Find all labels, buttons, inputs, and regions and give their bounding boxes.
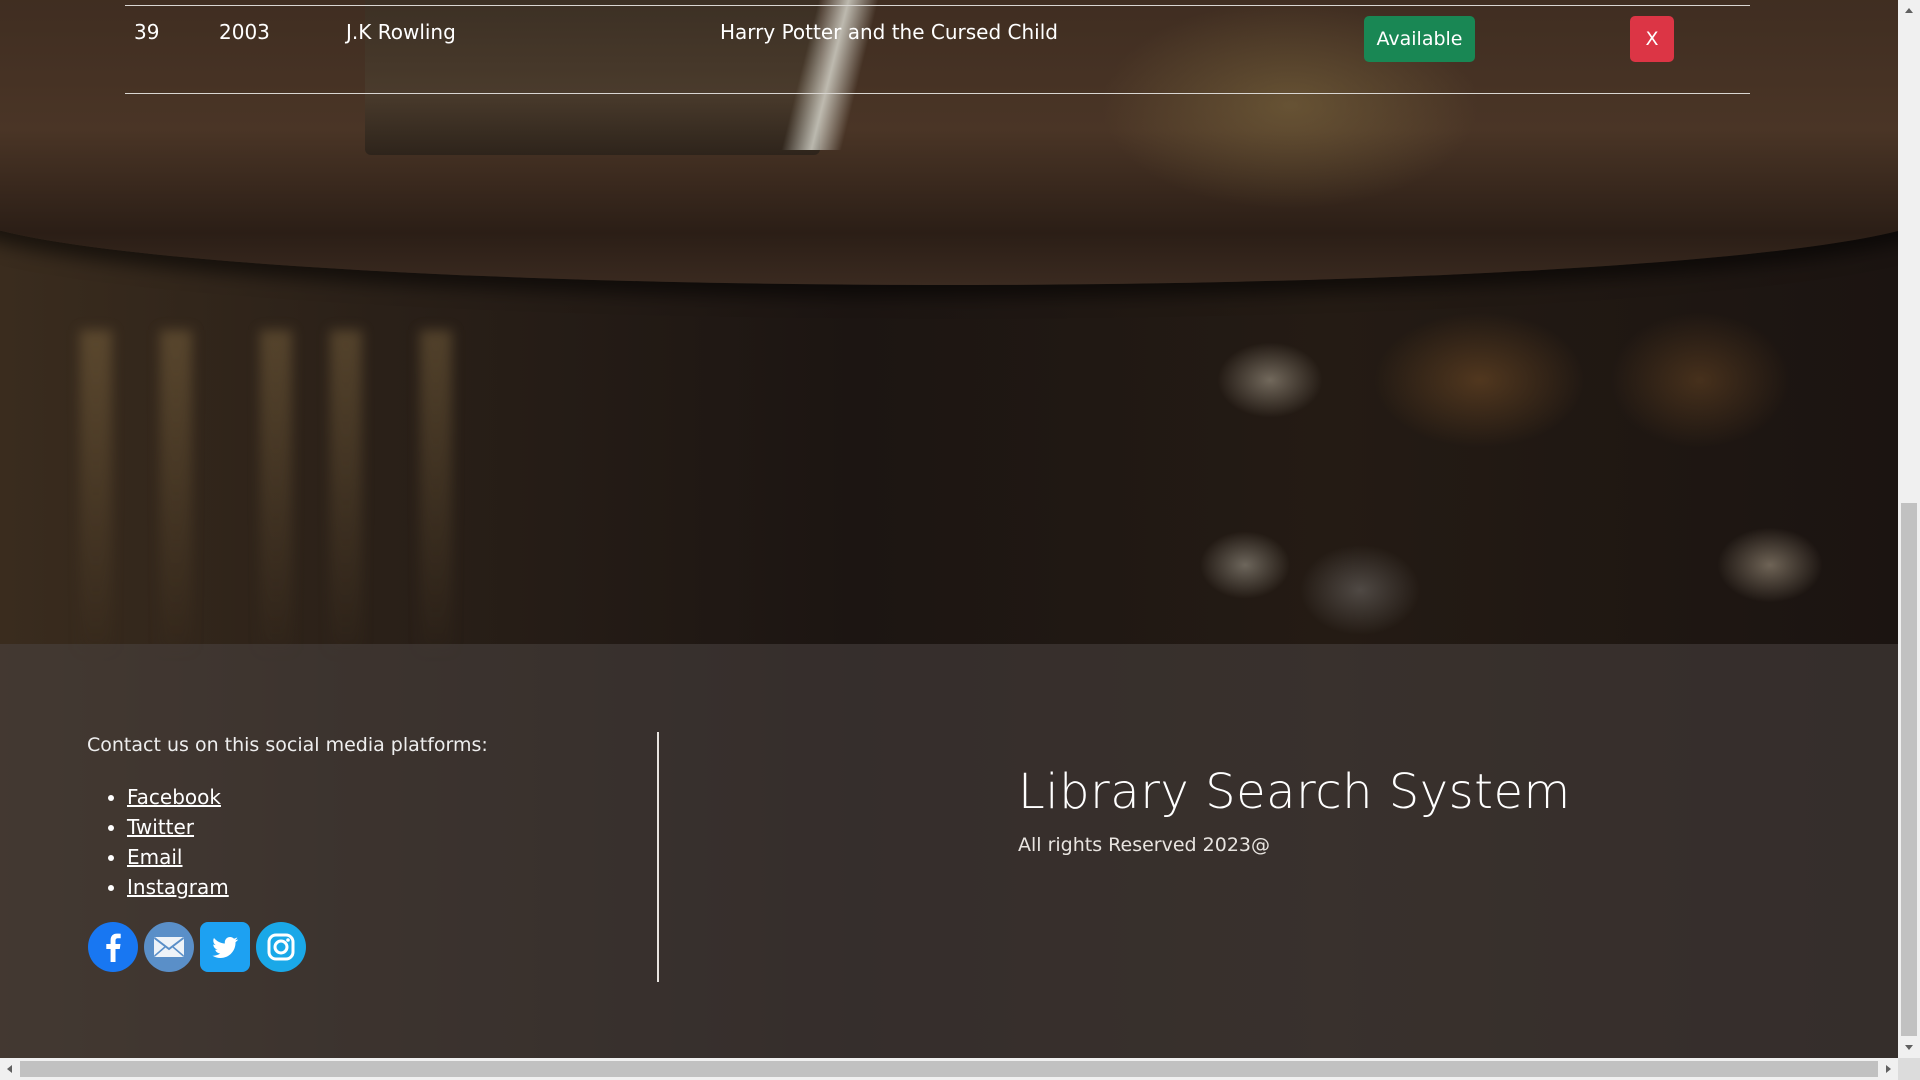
- scroll-down-arrow-icon[interactable]: [1898, 1036, 1920, 1058]
- scroll-left-arrow-icon[interactable]: [0, 1058, 20, 1080]
- row-bottom-border: [125, 93, 1750, 94]
- shelf-book: [80, 330, 112, 650]
- instagram-icon[interactable]: [256, 922, 306, 972]
- shelf-book: [160, 330, 192, 650]
- copyright-text: All rights Reserved 2023@: [1018, 834, 1271, 856]
- social-links-list: Facebook Twitter Email Instagram: [105, 782, 229, 902]
- scroll-up-arrow-icon[interactable]: [1898, 0, 1920, 22]
- book-title-cell: Harry Potter and the Cursed Child: [720, 20, 1058, 44]
- email-icon[interactable]: [144, 922, 194, 972]
- footer: [0, 644, 1898, 1058]
- scroll-right-arrow-icon[interactable]: [1878, 1058, 1898, 1080]
- shelf-book: [260, 330, 292, 650]
- horizontal-scrollbar[interactable]: [0, 1058, 1898, 1080]
- row-top-border: [125, 5, 1750, 6]
- facebook-icon[interactable]: [88, 922, 138, 972]
- list-item: Facebook: [127, 782, 229, 812]
- scrollbar-corner: [1898, 1058, 1920, 1080]
- book-author-cell: J.K Rowling: [346, 20, 456, 44]
- site-title: Library Search System: [1018, 764, 1571, 820]
- available-status-button[interactable]: Available: [1364, 16, 1475, 62]
- list-item: Twitter: [127, 812, 229, 842]
- vertical-scroll-thumb[interactable]: [1901, 503, 1917, 1036]
- twitter-link[interactable]: Twitter: [127, 815, 194, 839]
- email-link[interactable]: Email: [127, 845, 183, 869]
- list-item: Instagram: [127, 872, 229, 902]
- twitter-icon[interactable]: [200, 922, 250, 972]
- vertical-scrollbar[interactable]: [1898, 0, 1920, 1058]
- shelf-book: [420, 330, 452, 650]
- shelf-book: [330, 330, 362, 650]
- book-id-cell: 39: [134, 20, 160, 44]
- list-item: Email: [127, 842, 229, 872]
- social-icons: [88, 922, 306, 972]
- facebook-link[interactable]: Facebook: [127, 785, 221, 809]
- horizontal-scroll-thumb[interactable]: [20, 1061, 1878, 1077]
- contact-title: Contact us on this social media platform…: [87, 734, 488, 756]
- footer-divider: [657, 732, 659, 982]
- book-year-cell: 2003: [219, 20, 270, 44]
- delete-button[interactable]: X: [1630, 16, 1674, 62]
- instagram-link[interactable]: Instagram: [127, 875, 229, 899]
